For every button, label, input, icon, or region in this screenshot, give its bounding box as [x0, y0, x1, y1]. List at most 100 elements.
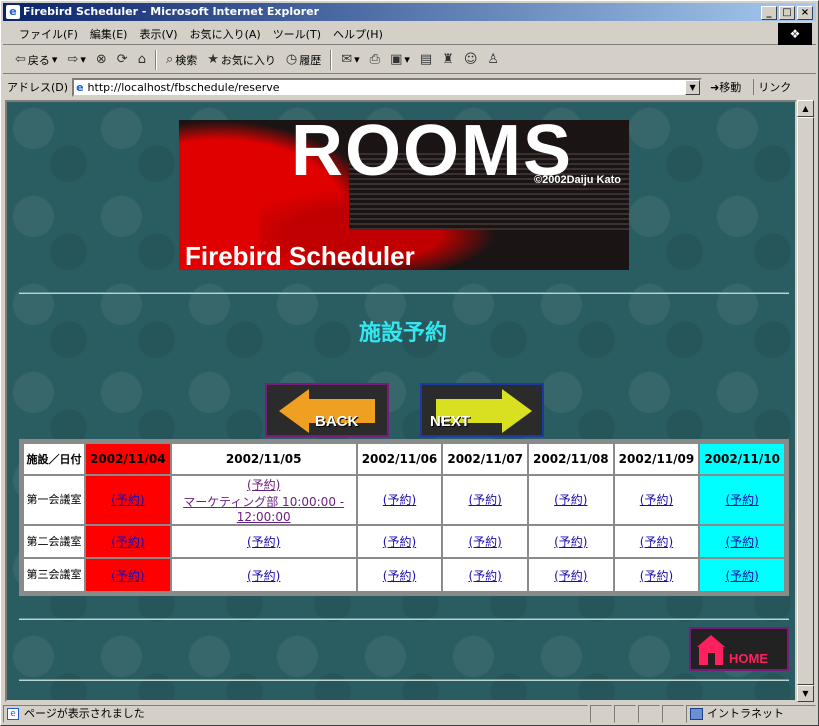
dropdown-icon: ▾ [404, 53, 410, 66]
back-arrow-icon: ⇦ [15, 52, 26, 67]
discuss-button[interactable]: ▤ [416, 50, 436, 69]
zone-label: イントラネット [707, 707, 784, 720]
reserve-link[interactable]: (予約) [111, 493, 144, 507]
reserve-link[interactable]: (予約) [725, 535, 758, 549]
reserve-link[interactable]: (予約) [554, 535, 587, 549]
page-title: 施設予約 [358, 321, 447, 346]
title-bar: e Firebird Scheduler - Microsoft Interne… [3, 3, 816, 21]
menu-view[interactable]: 表示(V) [133, 26, 183, 42]
mail-button[interactable]: ✉ ▾ [337, 50, 363, 69]
menu-tools[interactable]: ツール(T) [267, 26, 327, 42]
reserve-link[interactable]: (予約) [111, 535, 144, 549]
date-header: 2002/11/10 [700, 444, 784, 474]
refresh-icon: ⟳ [116, 52, 128, 67]
menu-edit[interactable]: 編集(E) [84, 26, 134, 42]
search-icon: ⌕ [165, 52, 174, 67]
reserve-link[interactable]: (予約) [247, 535, 280, 549]
divider [19, 292, 789, 294]
reserve-link[interactable]: (予約) [725, 493, 758, 507]
banner-title: ROOMS [291, 120, 574, 191]
scroll-down-icon[interactable]: ▼ [797, 685, 814, 702]
house-icon [697, 635, 725, 647]
date-header: 2002/11/04 [86, 444, 170, 474]
address-input[interactable]: e http://localhost/fbschedule/reserve ▼ [72, 77, 703, 97]
links-button[interactable]: リンク [753, 79, 791, 95]
reserve-link[interactable]: (予約) [554, 569, 587, 583]
user-button[interactable]: ♙ [483, 50, 503, 69]
reserve-link[interactable]: (予約) [725, 569, 758, 583]
reserve-link[interactable]: (予約) [468, 493, 501, 507]
maximize-button[interactable]: □ [779, 6, 795, 20]
status-text-area: e ページが表示されました [3, 705, 588, 723]
reserve-link[interactable]: (予約) [468, 569, 501, 583]
reserve-link[interactable]: (予約) [640, 535, 673, 549]
history-button[interactable]: ◷ 履歴 [282, 50, 325, 70]
reserve-link[interactable]: (予約) [247, 478, 280, 492]
reserve-link[interactable]: (予約) [640, 493, 673, 507]
date-header: 2002/11/07 [443, 444, 527, 474]
vertical-scrollbar[interactable]: ▲ ▼ [797, 100, 814, 702]
menu-file[interactable]: ファイル(F) [13, 26, 84, 42]
discuss-icon: ▤ [419, 52, 433, 67]
table-row: 第二会議室 (予約) (予約) (予約) (予約) (予約) (予約) (予約) [24, 525, 784, 558]
reserve-link[interactable]: (予約) [247, 569, 280, 583]
room-label: 第三会議室 [24, 559, 84, 591]
page-done-icon: e [7, 708, 19, 720]
home-page-button[interactable]: HOME [689, 627, 789, 671]
search-button[interactable]: ⌕ 検索 [162, 50, 201, 70]
window-title: Firebird Scheduler - Microsoft Internet … [23, 5, 320, 18]
go-button[interactable]: ➜移動 [710, 79, 741, 95]
dropdown-icon: ▾ [51, 53, 58, 66]
reserve-link[interactable]: (予約) [383, 493, 416, 507]
windows-logo-icon: ❖ [778, 23, 812, 45]
status-text: ページが表示されました [24, 707, 145, 720]
reserve-link[interactable]: (予約) [111, 569, 144, 583]
forward-arrow-icon: ⇨ [67, 52, 79, 67]
table-header-row: 施設／日付 2002/11/04 2002/11/05 2002/11/06 2… [24, 444, 784, 474]
stop-button[interactable]: ⊗ [92, 50, 111, 69]
scroll-up-icon[interactable]: ▲ [797, 100, 814, 117]
reserve-link[interactable]: (予約) [468, 535, 501, 549]
menu-favorites[interactable]: お気に入り(A) [184, 26, 267, 42]
divider [19, 618, 789, 620]
scroll-thumb[interactable] [797, 117, 814, 685]
table-row: 第一会議室 (予約) (予約) マーケティング部 10:00:00 - 12:00… [24, 475, 784, 524]
next-label: NEXT [430, 413, 471, 430]
next-week-button[interactable]: NEXT [420, 383, 544, 437]
reserve-link[interactable]: (予約) [383, 569, 416, 583]
page-viewport: ROOMS ©2002Daiju Kato Firebird Scheduler… [5, 100, 797, 702]
menu-help[interactable]: ヘルプ(H) [327, 26, 389, 42]
favorites-button[interactable]: ★ お気に入り [203, 50, 280, 70]
user-icon: ♙ [487, 52, 500, 67]
research-button[interactable]: ♜ [438, 50, 458, 69]
address-bar: アドレス(D) e http://localhost/fbschedule/re… [3, 75, 816, 99]
refresh-button[interactable]: ⟳ [113, 50, 132, 69]
reserve-link[interactable]: (予約) [640, 569, 673, 583]
close-button[interactable]: × [797, 6, 813, 20]
favorites-icon: ★ [207, 52, 219, 67]
reserve-link[interactable]: (予約) [554, 493, 587, 507]
mail-icon: ✉ [341, 52, 353, 67]
booking-link[interactable]: マーケティング部 10:00:00 - 12:00:00 [183, 495, 344, 524]
page-icon: e [76, 80, 84, 94]
reservation-table: 施設／日付 2002/11/04 2002/11/05 2002/11/06 2… [19, 439, 789, 596]
minimize-button[interactable]: _ [761, 6, 777, 20]
address-label: アドレス(D) [7, 81, 69, 94]
room-label: 第一会議室 [24, 475, 84, 524]
edit-button[interactable]: ▣ ▾ [386, 50, 414, 69]
messenger-button[interactable]: ☺ [460, 50, 482, 69]
forward-button[interactable]: ⇨ ▾ [63, 50, 89, 69]
back-week-button[interactable]: BACK [265, 383, 389, 437]
print-button[interactable]: ⎙ [366, 50, 384, 69]
back-label: BACK [315, 413, 359, 430]
history-icon: ◷ [285, 52, 298, 67]
edit-icon: ▣ [390, 52, 403, 67]
reserve-link[interactable]: (予約) [383, 535, 416, 549]
stop-icon: ⊗ [95, 52, 107, 67]
chevron-down-icon[interactable]: ▼ [685, 79, 701, 95]
intranet-icon [690, 708, 703, 720]
home-label: HOME [729, 651, 768, 666]
home-button[interactable]: ⌂ [134, 50, 150, 69]
back-button[interactable]: ⇦ 戻る ▾ [11, 50, 61, 70]
toolbar: ⇦ 戻る ▾ ⇨ ▾ ⊗ ⟳ ⌂ ⌕ 検索 ★ お気に入り ◷ 履歴 ✉ ▾ ⎙ ▣ ▾ ▤ ♜… [3, 46, 816, 74]
